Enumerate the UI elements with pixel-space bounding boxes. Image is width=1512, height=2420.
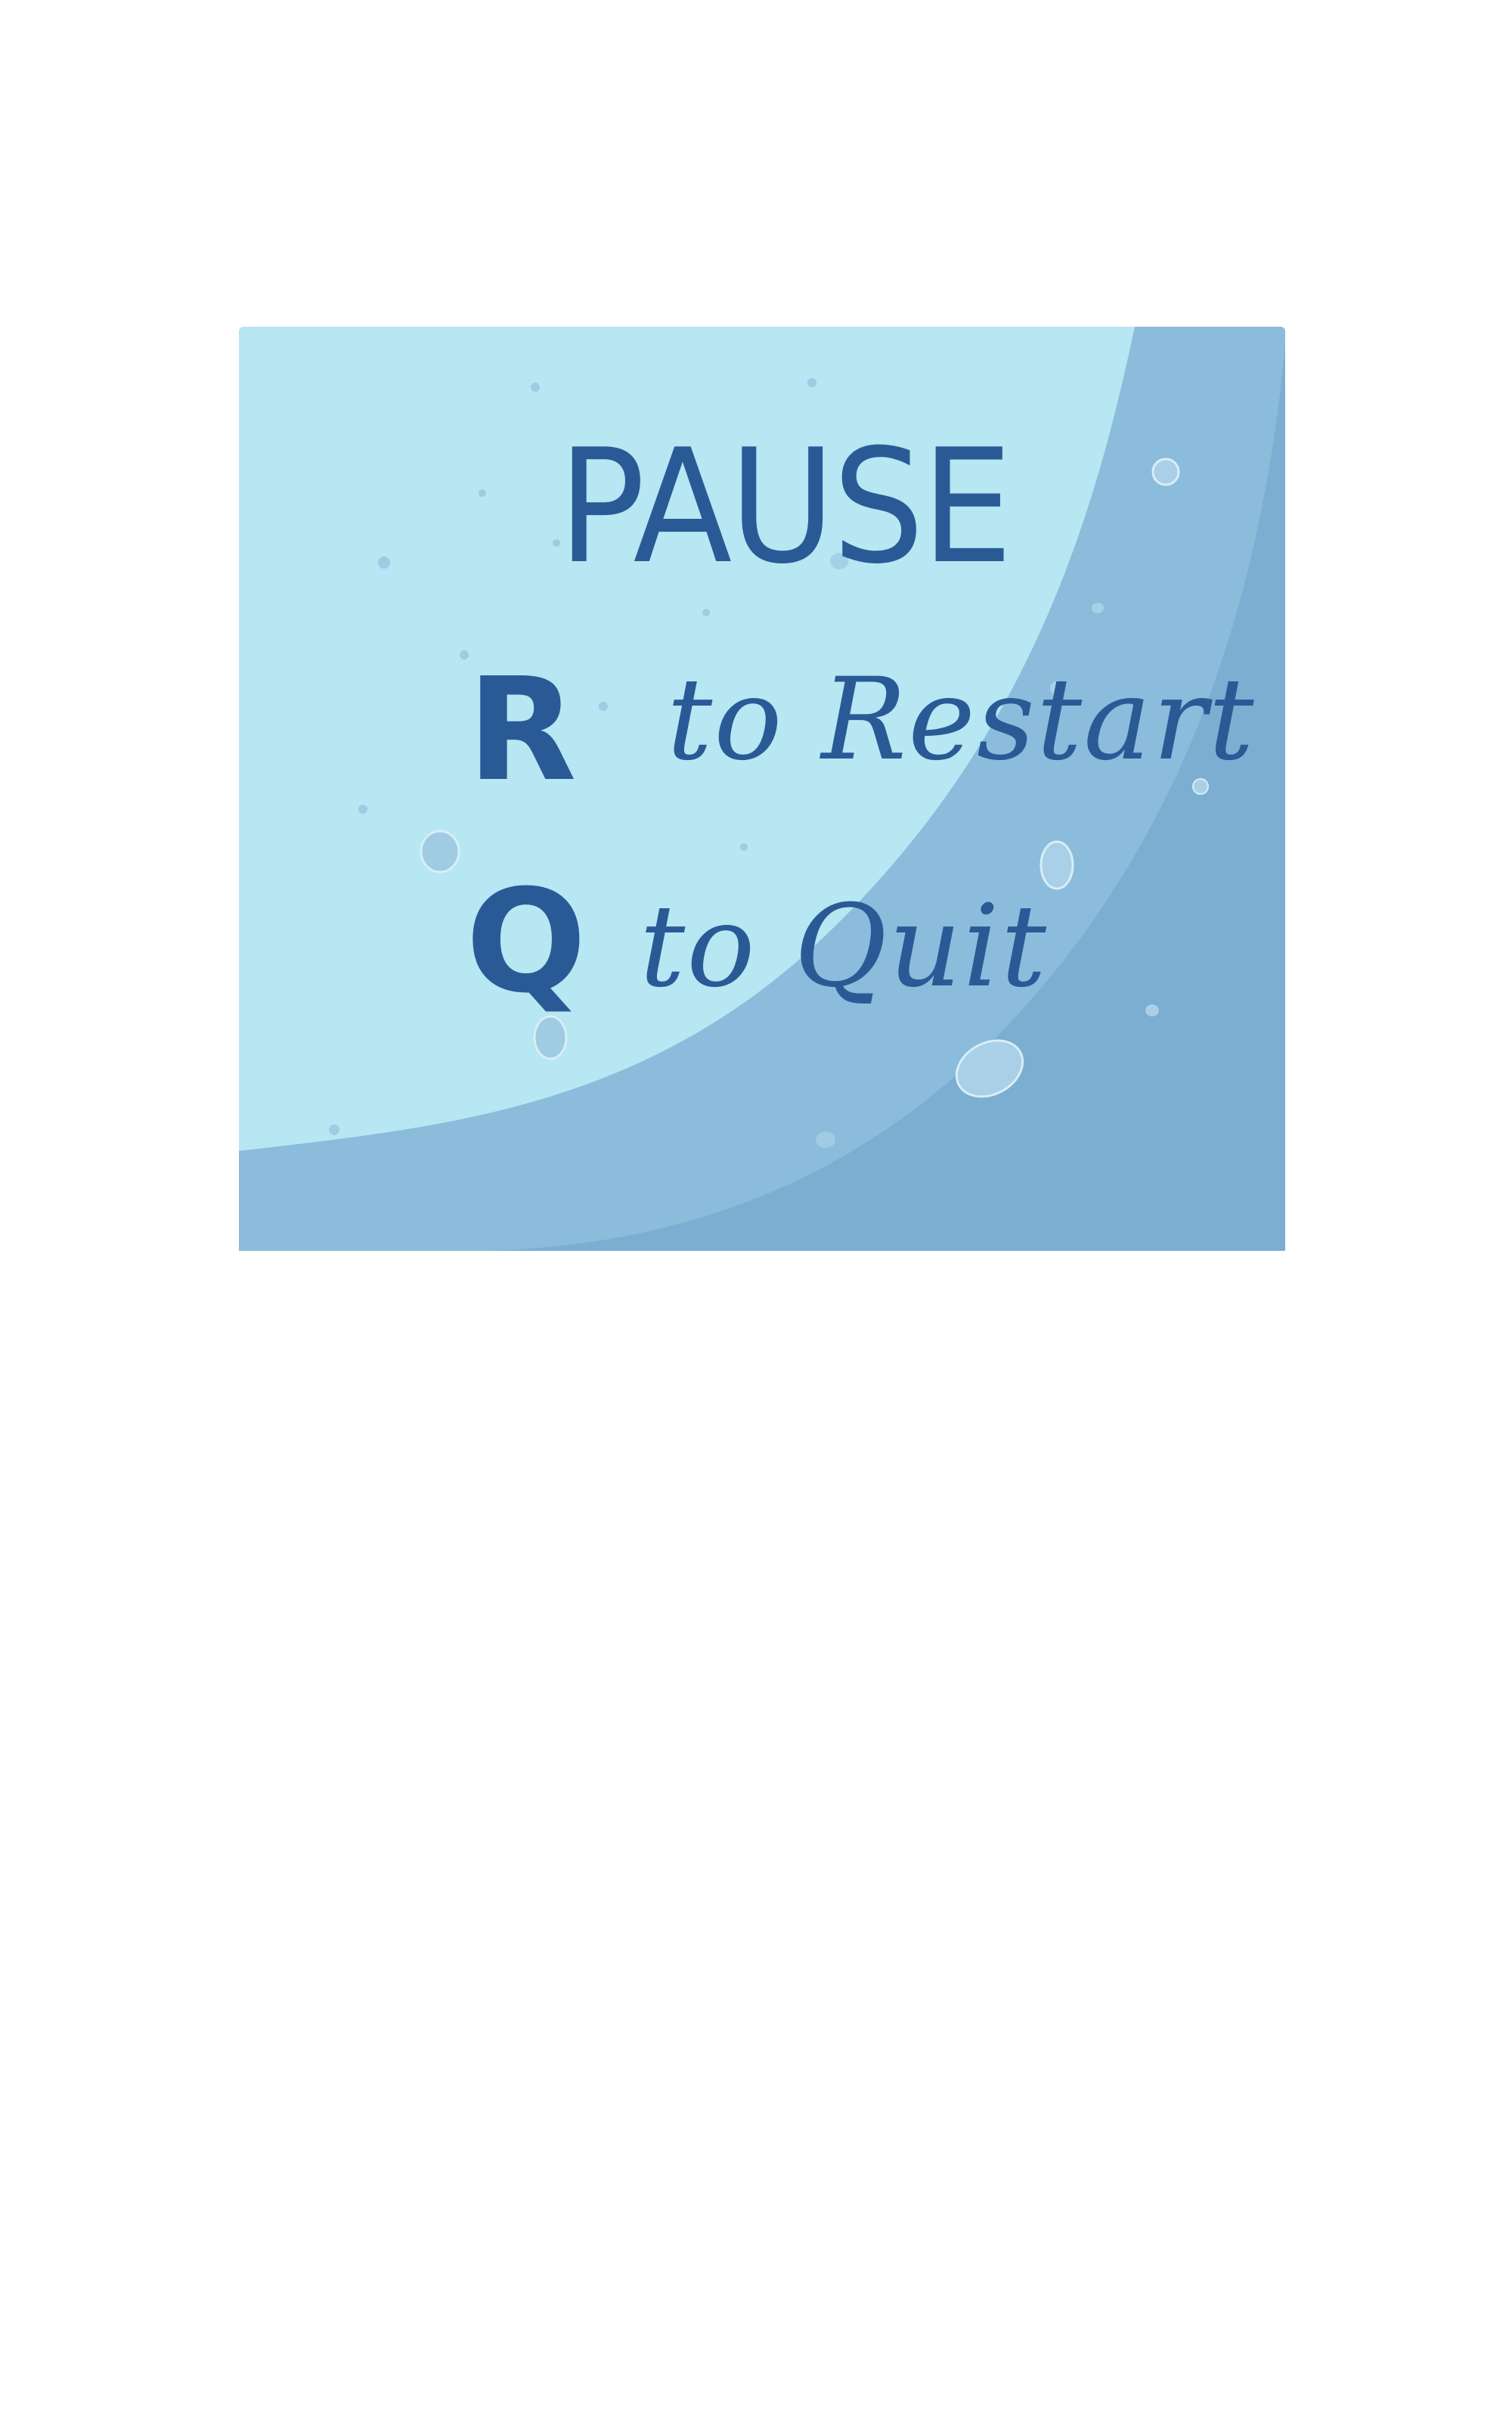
pause-title: PAUSE	[558, 416, 1013, 599]
bubble-icon	[479, 489, 486, 497]
pause-menu-panel: PAUSE R to Restart Q to Quit	[239, 327, 1285, 1251]
restart-key-label: R	[467, 647, 577, 813]
bubble-icon	[1145, 1004, 1159, 1016]
bubble-icon	[531, 383, 540, 392]
page: PAUSE R to Restart Q to Quit	[0, 0, 1512, 2420]
quit-option-label: to Quit	[640, 881, 1049, 1013]
bubble-icon	[702, 609, 710, 616]
bubble-icon	[816, 1131, 835, 1148]
bubble-icon	[599, 702, 608, 711]
restart-option-label: to Restart	[667, 654, 1256, 786]
bubble-icon	[378, 557, 390, 569]
bubble-icon	[807, 378, 816, 387]
bubble-icon	[1092, 603, 1104, 613]
bubble-icon	[420, 830, 460, 873]
quit-key-label: Q	[466, 859, 587, 1025]
bubble-icon	[329, 1125, 339, 1135]
bubble-icon	[740, 843, 748, 851]
bubble-icon	[1151, 458, 1180, 486]
bubble-icon	[358, 805, 367, 814]
